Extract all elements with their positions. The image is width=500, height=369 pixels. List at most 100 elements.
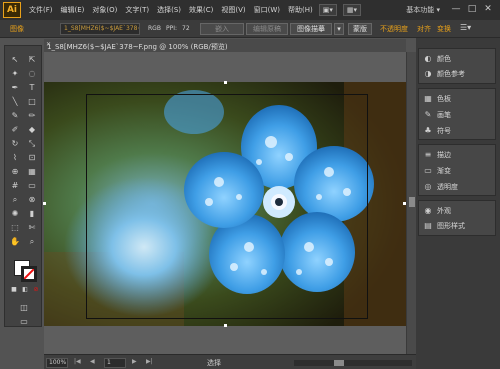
menu-type[interactable]: 文字(T) <box>125 5 149 15</box>
gradient-tool-icon[interactable]: ▭ <box>25 180 39 192</box>
direct-selection-tool-icon[interactable]: ⇱ <box>25 54 39 66</box>
rotate-tool-icon[interactable]: ↻ <box>8 138 22 150</box>
status-text: 选择 <box>207 359 221 367</box>
last-artboard-icon[interactable]: ▶| <box>146 358 153 365</box>
placed-image[interactable] <box>44 82 406 326</box>
mask-button[interactable]: 蒙版 <box>348 23 372 35</box>
pen-tool-icon[interactable]: ✒ <box>8 82 22 94</box>
panel-color-guide[interactable]: ◑ 颜色参考 <box>423 68 466 80</box>
ppi-value: 72 <box>182 25 190 32</box>
maximize-icon[interactable]: □ <box>466 3 478 15</box>
tools-panel: ↖ ⇱ ✦ ◌ ✒ T ╲ □ ✎ ✏ ✐ ◆ ↻ ⤡ ⌇ ⊡ ⊕ ▦ # ▭ … <box>4 45 42 327</box>
selection-tool-icon[interactable]: ↖ <box>8 54 22 66</box>
color-guide-icon: ◑ <box>424 69 432 78</box>
horizontal-scroll-thumb[interactable] <box>334 360 344 366</box>
menu-window[interactable]: 窗口(W) <box>254 5 280 15</box>
none-mode-icon[interactable]: ⊘ <box>29 284 43 296</box>
width-tool-icon[interactable]: ⌇ <box>8 152 22 164</box>
first-artboard-icon[interactable]: |◀ <box>74 358 81 365</box>
rectangle-tool-icon[interactable]: □ <box>25 96 39 108</box>
edit-original-button[interactable]: 编辑原稿 <box>246 23 288 35</box>
vertical-scroll-thumb[interactable] <box>409 197 415 207</box>
transform-link[interactable]: 变换 <box>437 24 451 34</box>
panel-transparency[interactable]: ◎ 透明度 <box>423 181 459 193</box>
linked-file-field[interactable]: 1_S8[MHZ6($~$JAE`378~F.png <box>60 23 140 35</box>
lasso-tool-icon[interactable]: ◌ <box>25 68 39 80</box>
menu-edit[interactable]: 编辑(E) <box>61 5 85 15</box>
gradient-icon: ▭ <box>424 166 432 175</box>
scale-tool-icon[interactable]: ⤡ <box>25 138 39 150</box>
panel-color[interactable]: ◐ 颜色 <box>423 53 452 65</box>
embed-button[interactable]: 嵌入 <box>200 23 244 35</box>
pencil-tool-icon[interactable]: ✏ <box>25 110 39 122</box>
panel-swatches[interactable]: ▦ 色板 <box>423 93 451 105</box>
eyedropper-tool-icon[interactable]: ⌕ <box>8 194 22 206</box>
slice-tool-icon[interactable]: ✄ <box>25 222 39 234</box>
column-graph-tool-icon[interactable]: ▮ <box>25 208 39 220</box>
paintbrush-tool-icon[interactable]: ✎ <box>8 110 22 122</box>
close-window-icon[interactable]: ✕ <box>482 3 494 15</box>
appearance-icon: ◉ <box>424 206 432 215</box>
panel-gradient[interactable]: ▭ 渐变 <box>423 165 451 177</box>
panel-brushes[interactable]: ✎ 画笔 <box>423 109 451 121</box>
artboard-boundary <box>86 94 368 319</box>
control-bar: 图像 1_S8[MHZ6($~$JAE`378~F.png RGB PPI: 7… <box>0 20 500 38</box>
brushes-icon: ✎ <box>424 110 432 119</box>
bridge-icon[interactable]: ▣▾ <box>318 4 337 16</box>
menu-object[interactable]: 对象(O) <box>92 5 117 15</box>
arrange-documents-icon[interactable]: ▦▾ <box>342 4 362 16</box>
opacity-link[interactable]: 不透明度 <box>380 24 408 34</box>
panel-appearance[interactable]: ◉ 外观 <box>423 205 452 217</box>
shape-builder-tool-icon[interactable]: ⊕ <box>8 166 22 178</box>
menu-view[interactable]: 视图(V) <box>221 5 245 15</box>
menu-help[interactable]: 帮助(H) <box>288 5 313 15</box>
panel-group-swatches: ▦ 色板 ✎ 画笔 ♣ 符号 <box>418 88 496 140</box>
panel-menu-icon[interactable]: ☰▾ <box>460 23 471 32</box>
magic-wand-tool-icon[interactable]: ✦ <box>8 68 22 80</box>
eraser-tool-icon[interactable]: ◆ <box>25 124 39 136</box>
selection-handle[interactable] <box>224 324 227 327</box>
panel-symbols[interactable]: ♣ 符号 <box>423 125 451 137</box>
transparency-icon: ◎ <box>424 182 432 191</box>
panel-group-stroke: ≡ 描边 ▭ 渐变 ◎ 透明度 <box>418 144 496 196</box>
stroke-swatch[interactable] <box>21 266 37 282</box>
menu-file[interactable]: 文件(F) <box>29 5 53 15</box>
screen-mode-icon[interactable]: ▭ <box>17 316 31 328</box>
horizontal-scrollbar[interactable] <box>294 360 412 366</box>
mesh-tool-icon[interactable]: # <box>8 180 22 192</box>
selection-handle[interactable] <box>224 81 227 84</box>
free-transform-tool-icon[interactable]: ⊡ <box>25 152 39 164</box>
artboard-tool-icon[interactable]: ⬚ <box>8 222 22 234</box>
hand-tool-icon[interactable]: ✋ <box>8 236 22 248</box>
workspace-switcher[interactable]: 基本功能 ▾ <box>406 5 440 15</box>
line-tool-icon[interactable]: ╲ <box>8 96 22 108</box>
menu-effect[interactable]: 效果(C) <box>189 5 213 15</box>
perspective-grid-tool-icon[interactable]: ▦ <box>25 166 39 178</box>
panel-group-appearance: ◉ 外观 ▤ 图形样式 <box>418 200 496 236</box>
previous-artboard-icon[interactable]: ◀ <box>90 358 95 365</box>
document-tab[interactable]: 1_S8[MHZ6($~$JAE`378~F.png @ 100% (RGB/预… <box>44 39 406 52</box>
blend-tool-icon[interactable]: ⊗ <box>25 194 39 206</box>
symbols-icon: ♣ <box>424 126 432 135</box>
trace-preset-dropdown[interactable]: ▾ <box>334 23 344 35</box>
panel-graphic-styles[interactable]: ▤ 图形样式 <box>423 220 465 232</box>
image-trace-button[interactable]: 图像描摹 <box>290 23 332 35</box>
next-artboard-icon[interactable]: ▶ <box>132 358 137 365</box>
selection-handle[interactable] <box>43 202 46 205</box>
zoom-field[interactable]: 100% <box>46 358 68 368</box>
canvas-area[interactable] <box>43 52 406 354</box>
vertical-scrollbar[interactable] <box>406 52 416 354</box>
close-document-icon[interactable]: ✕ <box>46 41 51 48</box>
swatches-icon: ▦ <box>424 94 432 103</box>
artboard-number-field[interactable]: 1 <box>104 358 126 368</box>
type-tool-icon[interactable]: T <box>25 82 39 94</box>
align-link[interactable]: 对齐 <box>417 24 431 34</box>
symbol-sprayer-tool-icon[interactable]: ✺ <box>8 208 22 220</box>
blob-brush-tool-icon[interactable]: ✐ <box>8 124 22 136</box>
drawing-mode-icon[interactable]: ◫ <box>17 302 31 314</box>
menu-select[interactable]: 选择(S) <box>157 5 181 15</box>
zoom-tool-icon[interactable]: ⌕ <box>25 236 39 248</box>
minimize-icon[interactable]: — <box>450 3 462 15</box>
stroke-icon: ≡ <box>424 150 432 159</box>
panel-stroke[interactable]: ≡ 描边 <box>423 149 451 161</box>
